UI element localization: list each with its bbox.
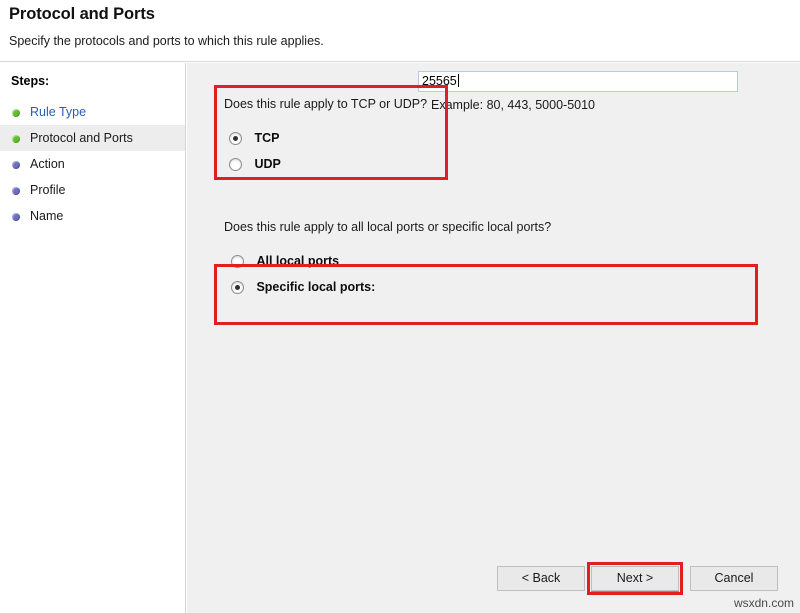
radio-tcp[interactable]: TCP bbox=[229, 129, 279, 149]
sidebar-item-protocol-and-ports[interactable]: Protocol and Ports bbox=[0, 125, 185, 151]
sidebar-item-action[interactable]: Action bbox=[0, 151, 185, 177]
blue-bullet-icon bbox=[12, 187, 20, 195]
ports-question-label: Does this rule apply to all local ports … bbox=[224, 220, 552, 234]
radio-label-specific-local-ports: Specific local ports: bbox=[256, 280, 376, 294]
ports-example-hint: Example: 80, 443, 5000-5010 bbox=[431, 98, 596, 112]
sidebar-item-name[interactable]: Name bbox=[0, 203, 185, 229]
watermark: wsxdn.com bbox=[733, 596, 794, 610]
sidebar-item-profile[interactable]: Profile bbox=[0, 177, 185, 203]
steps-list: Rule Type Protocol and Ports Action Prof… bbox=[0, 99, 185, 229]
radio-udp[interactable]: UDP bbox=[229, 155, 281, 175]
steps-heading: Steps: bbox=[11, 74, 50, 88]
radio-indicator-tcp[interactable] bbox=[229, 132, 242, 145]
radio-indicator-udp[interactable] bbox=[229, 158, 242, 171]
page-subtitle: Specify the protocols and ports to which… bbox=[9, 34, 324, 48]
green-bullet-icon bbox=[12, 135, 20, 143]
steps-sidebar: Steps: Rule Type Protocol and Ports Acti… bbox=[0, 63, 186, 613]
radio-label-udp: UDP bbox=[254, 157, 281, 171]
text-caret bbox=[457, 74, 459, 87]
specific-ports-input-value: 25565 bbox=[422, 74, 457, 88]
wizard-content-panel: Does this rule apply to TCP or UDP? TCP … bbox=[187, 63, 800, 613]
radio-indicator-specific-local-ports[interactable] bbox=[231, 281, 244, 294]
radio-all-local-ports[interactable]: All local ports bbox=[231, 252, 339, 272]
radio-specific-local-ports[interactable]: Specific local ports: bbox=[231, 278, 375, 298]
page-title: Protocol and Ports bbox=[9, 5, 155, 23]
sidebar-item-label: Rule Type bbox=[30, 105, 87, 119]
radio-label-tcp: TCP bbox=[254, 131, 280, 145]
radio-indicator-all-local-ports[interactable] bbox=[231, 255, 244, 268]
green-bullet-icon bbox=[12, 109, 20, 117]
protocol-question-label: Does this rule apply to TCP or UDP? bbox=[224, 97, 428, 111]
sidebar-item-label: Action bbox=[30, 157, 65, 171]
cancel-button[interactable]: Cancel bbox=[690, 566, 778, 591]
sidebar-item-rule-type[interactable]: Rule Type bbox=[0, 99, 185, 125]
radio-label-all-local-ports: All local ports bbox=[256, 254, 340, 268]
next-button[interactable]: Next > bbox=[591, 566, 679, 593]
blue-bullet-icon bbox=[12, 213, 20, 221]
sidebar-item-label: Profile bbox=[30, 183, 66, 197]
blue-bullet-icon bbox=[12, 161, 20, 169]
specific-ports-input[interactable]: 25565 bbox=[418, 71, 738, 92]
sidebar-item-label: Protocol and Ports bbox=[30, 131, 133, 145]
sidebar-item-label: Name bbox=[30, 209, 64, 223]
back-button[interactable]: < Back bbox=[497, 566, 585, 591]
wizard-header: Protocol and Ports Specify the protocols… bbox=[0, 0, 800, 62]
